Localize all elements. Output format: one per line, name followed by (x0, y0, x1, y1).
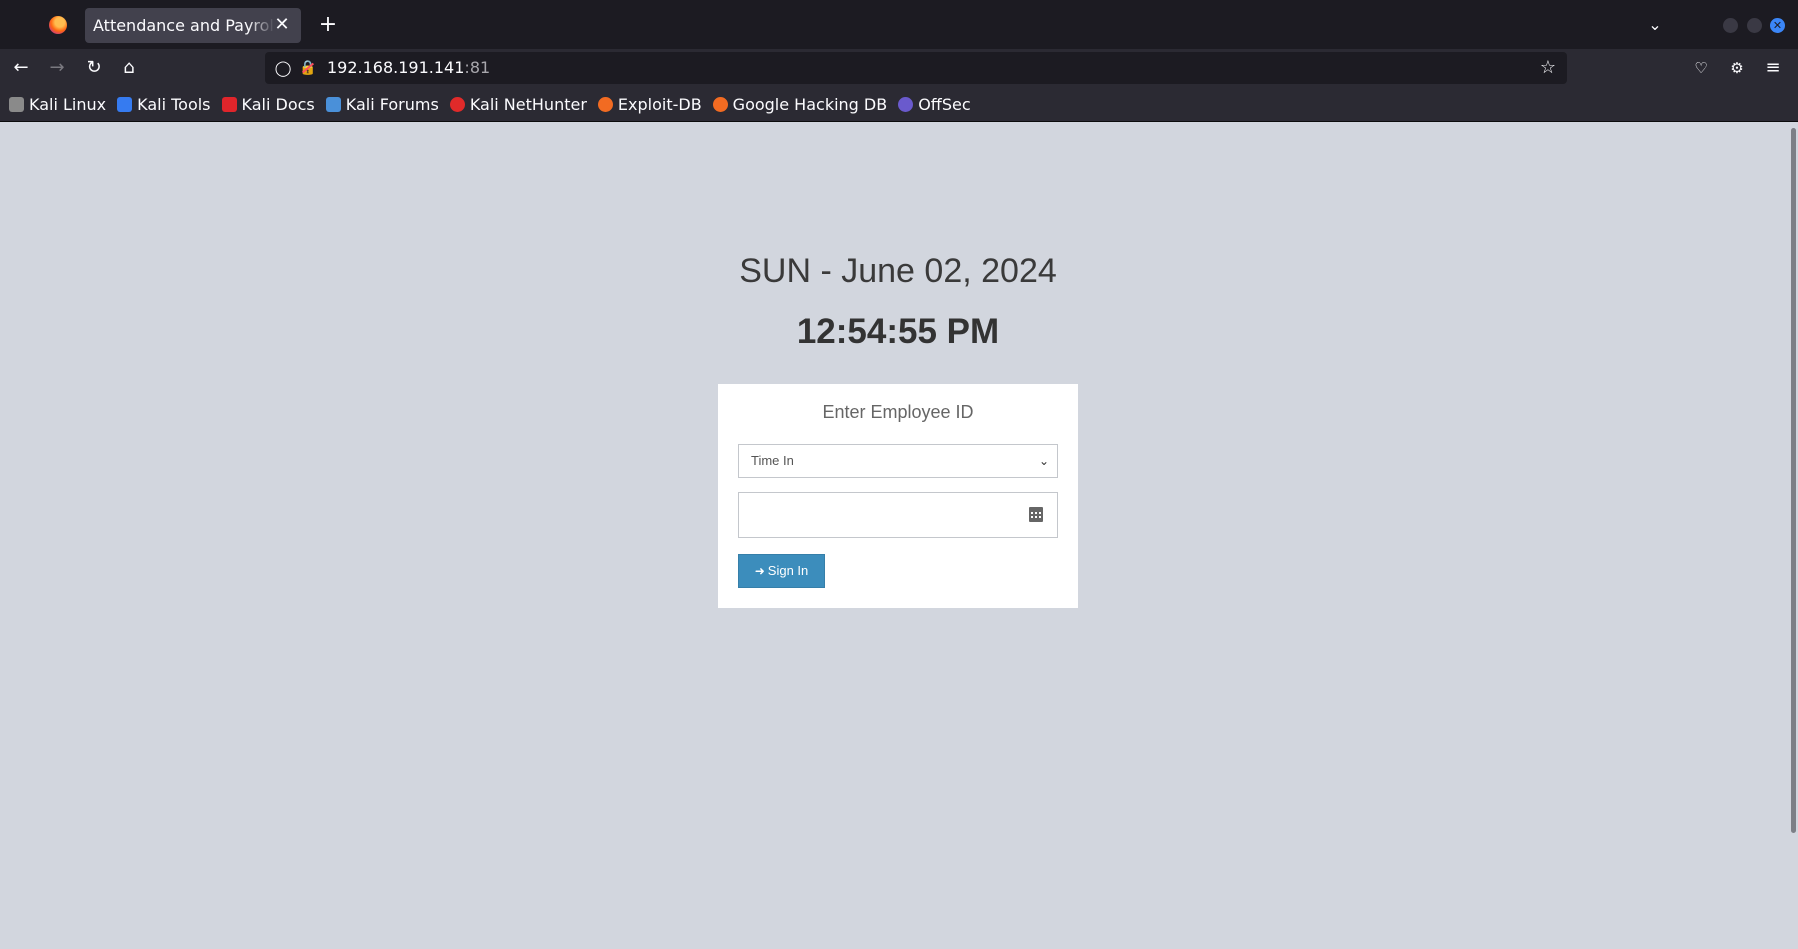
bookmark-label: Kali Tools (137, 94, 211, 114)
current-date: SUN - June 02, 2024 (739, 252, 1057, 290)
tab-title: Attendance and Payroll System (93, 16, 275, 35)
insecure-lock-icon[interactable]: 🔒 (298, 58, 318, 78)
bookmark-exploit-db[interactable]: Exploit-DB (597, 94, 702, 114)
tab-close-icon[interactable]: ✕ (271, 13, 293, 37)
close-window-button[interactable]: ✕ (1770, 18, 1785, 33)
nethunter-icon (449, 96, 465, 112)
ghdb-icon (712, 96, 728, 112)
new-tab-button[interactable]: + (316, 10, 340, 40)
page-content: SUN - June 02, 2024 12:54:55 PM Enter Em… (0, 122, 1798, 949)
employee-id-input[interactable] (739, 493, 1019, 537)
back-button[interactable]: ← (7, 54, 35, 82)
current-time: 12:54:55 PM (796, 312, 1000, 351)
sign-in-label: Sign In (767, 563, 809, 578)
bookmark-label: Google Hacking DB (732, 94, 888, 114)
firefox-icon[interactable] (49, 16, 67, 34)
bookmark-kali-linux[interactable]: Kali Linux (9, 95, 106, 114)
pocket-icon[interactable]: ♡ (1687, 54, 1715, 82)
attendance-status-select[interactable]: Time In ⌄ (738, 444, 1058, 478)
bookmark-kali-forums[interactable]: Kali Forums (325, 94, 439, 114)
extensions-icon[interactable]: ⚙ (1723, 54, 1751, 82)
scrollbar-thumb[interactable] (1791, 128, 1796, 833)
bookmark-label: Kali Forums (345, 94, 439, 114)
bookmark-label: Kali NetHunter (469, 94, 587, 114)
home-button[interactable]: ⌂ (115, 54, 143, 82)
sign-in-icon: ➜ (754, 564, 765, 578)
browser-titlebar: Attendance and Payroll System ✕ + ⌄ ✕ (0, 0, 1798, 49)
exploit-db-icon (597, 96, 613, 112)
minimize-button[interactable] (1723, 18, 1738, 33)
bookmark-kali-tools[interactable]: Kali Tools (117, 94, 211, 114)
status-selected-value: Time In (751, 453, 794, 468)
forward-button[interactable]: → (43, 54, 71, 82)
employee-id-field[interactable] (738, 492, 1058, 538)
tracking-protection-icon[interactable]: ◯ (273, 58, 293, 78)
bookmark-google-hacking-db[interactable]: Google Hacking DB (712, 94, 888, 114)
chevron-down-icon: ⌄ (1038, 454, 1050, 468)
list-all-tabs-icon[interactable]: ⌄ (1643, 12, 1667, 38)
bookmark-star-icon[interactable]: ☆ (1537, 57, 1559, 79)
kali-dragon-icon (9, 96, 24, 112)
kali-docs-icon (221, 96, 237, 112)
bookmark-label: Exploit-DB (617, 94, 702, 114)
bookmark-kali-docs[interactable]: Kali Docs (221, 94, 315, 114)
offsec-icon (898, 96, 914, 112)
url-port: :81 (464, 58, 491, 77)
login-box-message: Enter Employee ID (822, 402, 974, 422)
kali-forums-icon (325, 96, 341, 112)
kali-tools-icon (117, 96, 133, 112)
bookmark-kali-nethunter[interactable]: Kali NetHunter (449, 94, 587, 114)
menu-icon[interactable]: ≡ (1759, 54, 1787, 82)
bookmarks-toolbar: Kali Linux Kali Tools Kali Docs Kali For… (0, 87, 1798, 122)
attendance-login-box: Enter Employee ID Time In ⌄ ➜ Sign In (718, 384, 1078, 608)
browser-tab[interactable]: Attendance and Payroll System ✕ (85, 8, 301, 43)
url-host: 192.168.191.141 (327, 58, 465, 77)
navigation-toolbar: ← → ↻ ⌂ ◯ 🔒 192.168.191.141:81 ☆ ♡ ⚙ ≡ (0, 49, 1798, 87)
bookmark-label: OffSec (918, 94, 971, 114)
url-bar[interactable]: ◯ 🔒 192.168.191.141:81 ☆ (265, 52, 1567, 84)
reload-button[interactable]: ↻ (80, 54, 108, 82)
sign-in-button[interactable]: ➜ Sign In (738, 554, 825, 588)
bookmark-label: Kali Docs (241, 94, 315, 114)
calendar-icon (1029, 507, 1043, 522)
bookmark-label: Kali Linux (29, 94, 107, 114)
bookmark-offsec[interactable]: OffSec (898, 94, 971, 114)
url-text[interactable]: 192.168.191.141:81 (327, 52, 490, 84)
maximize-button[interactable] (1747, 18, 1762, 33)
page-scrollbar[interactable] (1786, 122, 1798, 949)
